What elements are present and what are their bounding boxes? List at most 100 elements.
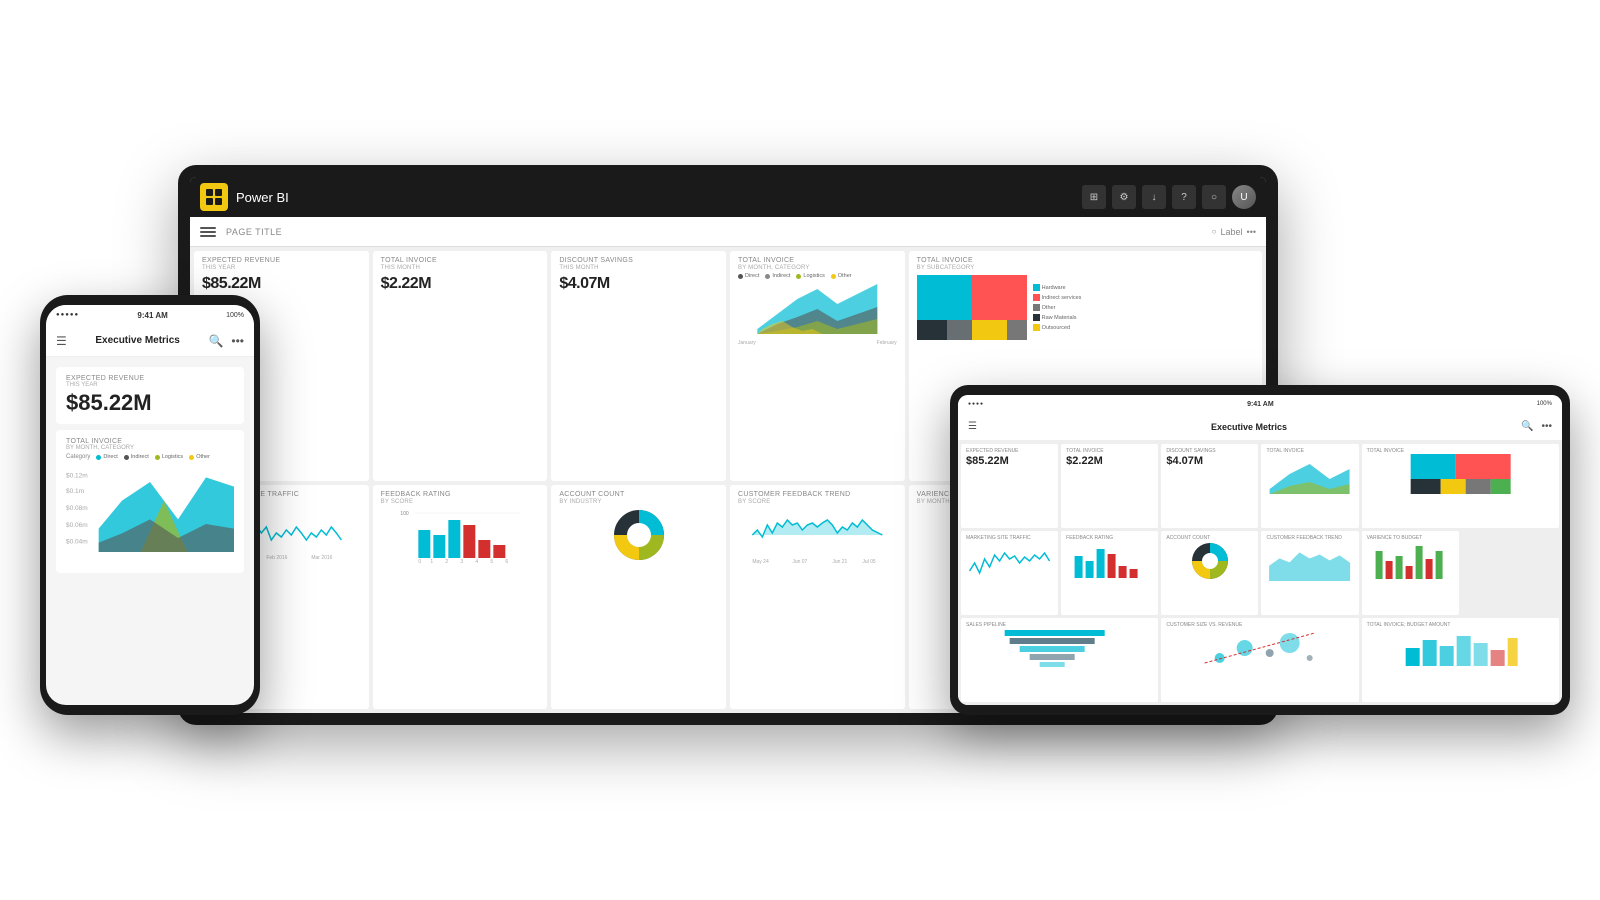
- svg-text:May 24: May 24: [752, 559, 769, 565]
- tablet-screen: ●●●● 9:41 AM 100% ☰ Executive Metrics 🔍 …: [958, 395, 1562, 705]
- tab-card-account-count: Account Count: [1161, 531, 1258, 615]
- topbar-icons: ⊞ ⚙ ↓ ? ○ U: [1082, 185, 1256, 209]
- phone-rev-label: Expected Revenue: [66, 375, 234, 382]
- tab-rev-title: Expected Revenue: [966, 448, 1053, 454]
- card-feedback-trend-title: Customer Feedback Trend: [738, 491, 897, 499]
- x-label-feb: February: [877, 340, 897, 346]
- tablet-search-icon[interactable]: 🔍: [1521, 421, 1533, 432]
- tab-pie-chart: [1190, 541, 1230, 581]
- tab-rev-value: $85.22M: [966, 455, 1053, 467]
- hamburger-icon[interactable]: [200, 227, 216, 237]
- phone-search-icon[interactable]: 🔍: [208, 334, 223, 348]
- tab-card-variance: Varience to Budget: [1362, 531, 1459, 615]
- topbar-icon-1[interactable]: ⊞: [1082, 185, 1106, 209]
- card-discount-savings-title: Discount Savings: [559, 257, 718, 265]
- tablet-time: 9:41 AM: [1247, 401, 1274, 408]
- tablet-dashboard: Expected Revenue $85.22M Total Invoice $…: [958, 441, 1562, 705]
- phone-statusbar: ●●●●● 9:41 AM 100%: [46, 305, 254, 325]
- topbar-icon-3[interactable]: ↓: [1142, 185, 1166, 209]
- tab-inv-value: $2.22M: [1066, 455, 1153, 467]
- phone-card-expected-revenue: Expected Revenue THIS YEAR $85.22M: [56, 367, 244, 424]
- card-customer-feedback: Customer Feedback Trend BY SCORE May 24 …: [730, 485, 905, 710]
- topbar-icon-5[interactable]: ○: [1202, 185, 1226, 209]
- tab-card-invoice-budget: Total Invoice; Budget Amount: [1362, 618, 1559, 702]
- svg-text:Feb 2016: Feb 2016: [266, 555, 287, 560]
- card-discount-savings: Discount Savings THIS MONTH $4.07M: [551, 251, 726, 481]
- svg-text:4: 4: [475, 559, 478, 565]
- app-title: Power BI: [236, 190, 1074, 205]
- tab-inv-title: Total Invoice: [1066, 448, 1153, 454]
- card-feedback-title: Feedback Rating: [381, 491, 540, 499]
- user-avatar[interactable]: U: [1232, 185, 1256, 209]
- phone-navbar: ☰ Executive Metrics 🔍 •••: [46, 325, 254, 357]
- tab-area-chart: [1266, 454, 1353, 494]
- card-expected-revenue-value: $85.22M: [202, 275, 361, 293]
- tablet-statusbar: ●●●● 9:41 AM 100%: [958, 395, 1562, 413]
- phone-left: ●●●●● 9:41 AM 100% ☰ Executive Metrics 🔍…: [40, 295, 260, 715]
- tab-combo-chart: [1367, 628, 1554, 668]
- tab-trend-chart: [966, 541, 1053, 581]
- tab-card-marketing: Marketing Site Traffic: [961, 531, 1058, 615]
- card-total-invoice-sub-title: Total Invoice: [917, 257, 1254, 265]
- page-title-label: PAGE TITLE: [226, 227, 282, 237]
- phone-more-icon[interactable]: •••: [231, 334, 244, 348]
- tablet-right: ●●●● 9:41 AM 100% ☰ Executive Metrics 🔍 …: [950, 385, 1570, 715]
- card-total-invoice-cat-title: Total Invoice: [738, 257, 897, 265]
- feedback-trend-chart: May 24 Jun 07 Jun 21 Jul 05: [738, 505, 897, 565]
- svg-text:$0.12m: $0.12m: [66, 472, 88, 479]
- svg-text:5: 5: [490, 559, 493, 565]
- legend-indirect-services: Indirect services: [1042, 295, 1082, 301]
- card-discount-savings-value: $4.07M: [559, 275, 718, 293]
- topbar-icon-4[interactable]: ?: [1172, 185, 1196, 209]
- tab-scatter-chart: [1166, 628, 1353, 668]
- phone-time: 9:41 AM: [137, 311, 167, 320]
- phone-nav-title: Executive Metrics: [75, 335, 201, 346]
- topbar-icon-2[interactable]: ⚙: [1112, 185, 1136, 209]
- card-total-invoice-cat-subtitle: BY MONTH, CATEGORY: [738, 265, 897, 271]
- tab-cust-feedback-chart: [1266, 541, 1353, 581]
- svg-text:2: 2: [445, 559, 448, 565]
- phone-inv-sub: BY MONTH, CATEGORY: [66, 445, 234, 451]
- phone-inv-title: Total Invoice: [66, 438, 234, 445]
- tab-card-customer-revenue: Customer Size vs. Revenue: [1161, 618, 1358, 702]
- tab-card-total-invoice: Total Invoice $2.22M: [1061, 444, 1158, 528]
- svg-text:Jun 21: Jun 21: [832, 559, 847, 565]
- legend-outsourced: Outsourced: [1042, 325, 1070, 331]
- tab-bar-chart: [1066, 541, 1153, 581]
- svg-text:Mar 2016: Mar 2016: [311, 555, 332, 560]
- tablet-more-icon[interactable]: •••: [1541, 421, 1552, 432]
- more-icon[interactable]: •••: [1247, 227, 1256, 237]
- phone-rev-value: $85.22M: [66, 390, 234, 416]
- tab-card-feedback: Feedback Rating: [1061, 531, 1158, 615]
- card-feedback-rating: Feedback Rating BY SCORE 100 0 1: [373, 485, 548, 710]
- phone-content: Expected Revenue THIS YEAR $85.22M Total…: [46, 357, 254, 583]
- tab-variance-chart: [1367, 541, 1454, 581]
- phone-hamburger-icon[interactable]: ☰: [56, 334, 67, 348]
- subnav: PAGE TITLE ○ Label •••: [190, 217, 1266, 247]
- card-total-invoice-subtitle: THIS MONTH: [381, 265, 540, 271]
- card-discount-savings-subtitle: THIS MONTH: [559, 265, 718, 271]
- tab-card-treemap: Total Invoice: [1362, 444, 1559, 528]
- phone-signal: ●●●●●: [56, 312, 79, 318]
- svg-text:6: 6: [505, 559, 508, 565]
- label-text: Label: [1221, 227, 1243, 237]
- svg-text:Jun 07: Jun 07: [792, 559, 807, 565]
- svg-text:0: 0: [418, 559, 421, 565]
- svg-text:$0.08m: $0.08m: [66, 505, 88, 512]
- tablet-nav-title: Executive Metrics: [985, 422, 1513, 432]
- phone-screen: ●●●●● 9:41 AM 100% ☰ Executive Metrics 🔍…: [46, 305, 254, 705]
- legend-other-treemap: Other: [1042, 305, 1056, 311]
- tab-card-sales-pipeline: Sales Pipeline: [961, 618, 1158, 702]
- tab-card-expected-revenue: Expected Revenue $85.22M: [961, 444, 1058, 528]
- phone-card-total-invoice: Total Invoice BY MONTH, CATEGORY Categor…: [56, 430, 244, 573]
- card-expected-revenue-title: Expected Revenue: [202, 257, 361, 265]
- tablet-navbar: ☰ Executive Metrics 🔍 •••: [958, 413, 1562, 441]
- area-chart-1: [738, 279, 897, 334]
- tablet-hamburger-icon[interactable]: ☰: [968, 421, 977, 432]
- svg-text:$0.04m: $0.04m: [66, 539, 88, 546]
- power-bi-topbar: Power BI ⊞ ⚙ ↓ ? ○ U: [190, 177, 1266, 217]
- card-expected-revenue-subtitle: THIS YEAR: [202, 265, 361, 271]
- card-account-title: Account Count: [559, 491, 718, 499]
- power-bi-logo: [200, 183, 228, 211]
- svg-text:$0.06m: $0.06m: [66, 522, 88, 529]
